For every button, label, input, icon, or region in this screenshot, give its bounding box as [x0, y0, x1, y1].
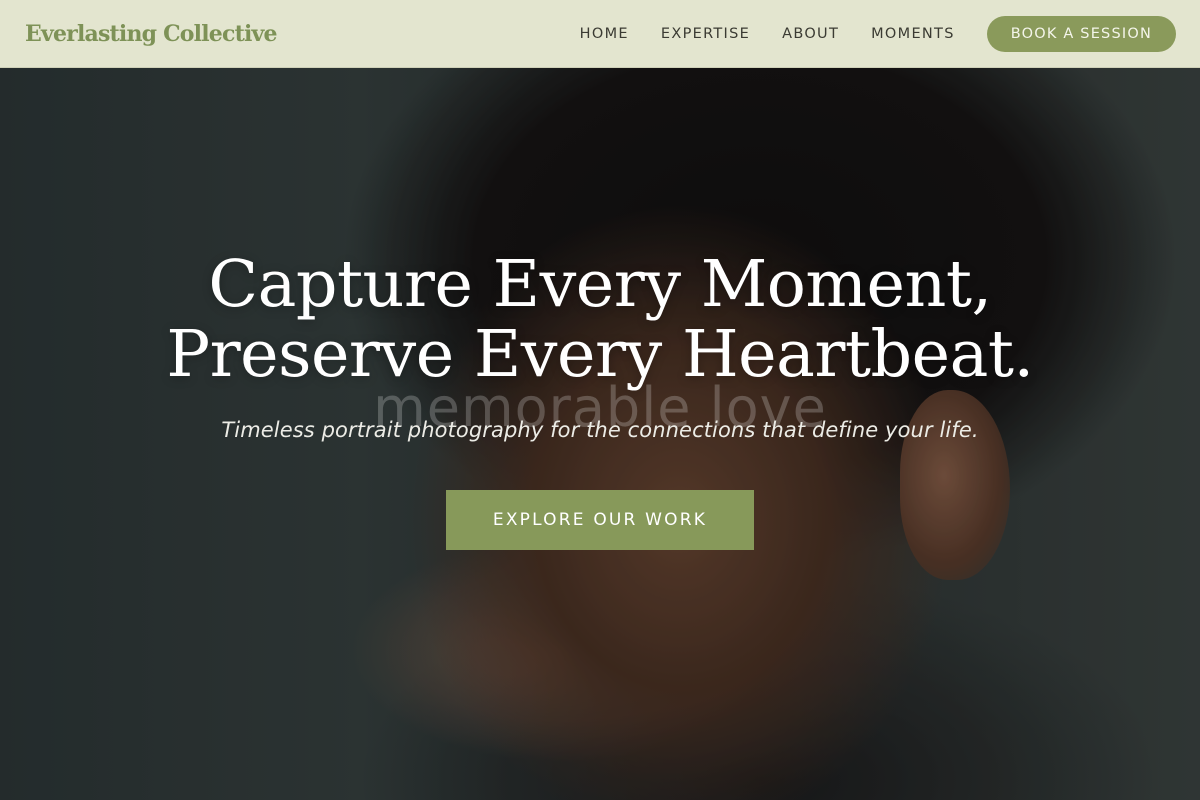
- nav-links: HOME EXPERTISE ABOUT MOMENTS: [548, 26, 955, 42]
- brand-logo[interactable]: Everlasting Collective: [25, 21, 277, 47]
- book-session-button[interactable]: BOOK A SESSION: [986, 15, 1176, 52]
- nav-link-home[interactable]: HOME: [580, 26, 629, 42]
- hero-overlay: [0, 0, 1200, 800]
- hero-title-line-1: Capture Every Moment,: [208, 247, 992, 322]
- top-navbar: Everlasting Collective HOME EXPERTISE AB…: [0, 0, 1200, 68]
- nav-link-expertise[interactable]: EXPERTISE: [661, 26, 750, 42]
- explore-work-button[interactable]: EXPLORE OUR WORK: [446, 490, 754, 550]
- hero-title: Capture Every Moment, Preserve Every Hea…: [0, 250, 1200, 390]
- landing-page: Everlasting Collective HOME EXPERTISE AB…: [0, 0, 1200, 800]
- nav-link-about[interactable]: ABOUT: [782, 26, 839, 42]
- hero-heading-block: Capture Every Moment, Preserve Every Hea…: [0, 250, 1200, 390]
- nav-link-moments[interactable]: MOMENTS: [871, 26, 955, 42]
- hero-title-line-2: Preserve Every Heartbeat.: [166, 317, 1034, 392]
- nav-right-group: HOME EXPERTISE ABOUT MOMENTS BOOK A SESS…: [548, 15, 1176, 52]
- hero-subtitle: Timeless portrait photography for the co…: [221, 418, 979, 442]
